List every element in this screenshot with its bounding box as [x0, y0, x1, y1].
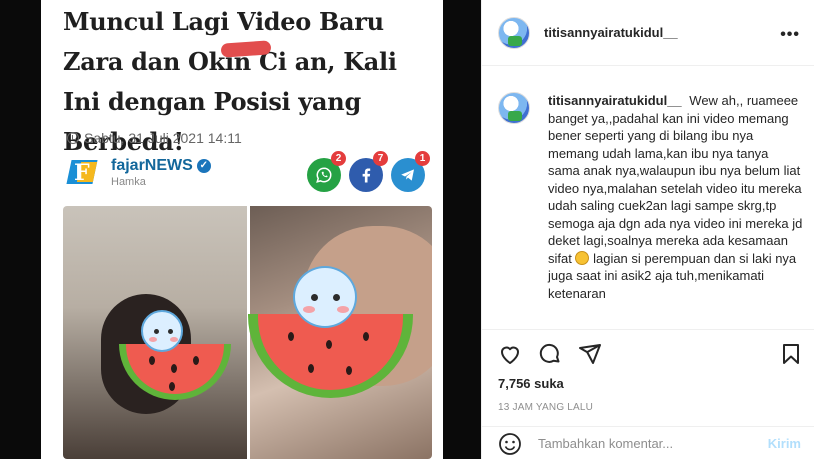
share-icon[interactable]: [578, 342, 602, 366]
telegram-share-button: 1: [391, 151, 430, 192]
brand-label: fajarNEWS: [111, 156, 193, 174]
brand-row: F fajarNEWS ✓ Hamka: [66, 156, 211, 188]
whatsapp-icon: [316, 167, 332, 183]
comment-username[interactable]: titisannyairatukidul__: [548, 93, 682, 108]
mascot-sticker-left: [141, 310, 183, 352]
brand-name: fajarNEWS ✓: [111, 157, 211, 175]
fajarnews-logo: F: [66, 156, 105, 188]
telegram-share-count: 1: [415, 151, 430, 166]
verified-icon: ✓: [196, 158, 211, 173]
bookmark-icon[interactable]: [779, 342, 803, 366]
article-photo: [63, 206, 432, 459]
caption-comment: titisannyairatukidul__ Wew ah,, ruameee …: [498, 92, 803, 302]
article-author: Hamka: [111, 175, 146, 188]
comment-text: titisannyairatukidul__ Wew ah,, ruameee …: [548, 92, 803, 302]
emoji-icon[interactable]: [498, 432, 522, 456]
post-side-panel: titisannyairatukidul__ ••• titisannyaira…: [481, 0, 814, 459]
whatsapp-share-button: 2: [307, 151, 346, 192]
facebook-icon: [362, 168, 371, 183]
article-date-row: Sabtu, 31 Juli 2021 14:11: [67, 130, 242, 146]
emoji-icon: [575, 250, 590, 265]
article-screenshot: Muncul Lagi Video Baru Zara dan Okin Ci …: [41, 0, 443, 459]
facebook-share-button: 7: [349, 151, 388, 192]
post-media[interactable]: Muncul Lagi Video Baru Zara dan Okin Ci …: [0, 0, 481, 459]
like-count[interactable]: 7,756 suka: [498, 376, 564, 391]
post-comment-button[interactable]: Kirim: [768, 436, 801, 451]
comment-body-part-1: Wew ah,, ruameee banget ya,,padahal kan …: [548, 93, 803, 266]
clock-icon: [67, 132, 79, 144]
action-icons-row: [498, 342, 602, 366]
facebook-share-count: 7: [373, 151, 388, 166]
comment-icon[interactable]: [538, 342, 562, 366]
post-timestamp[interactable]: 13 JAM YANG LALU: [498, 402, 593, 413]
telegram-icon: [401, 169, 414, 181]
whatsapp-share-count: 2: [331, 151, 346, 166]
post-header: titisannyairatukidul__ •••: [482, 0, 814, 66]
comment-avatar[interactable]: [498, 92, 530, 124]
post-username[interactable]: titisannyairatukidul__: [544, 25, 678, 40]
mascot-sticker-right: [293, 266, 357, 328]
add-comment-bar: Kirim: [482, 426, 814, 459]
heart-icon[interactable]: [498, 342, 522, 366]
more-icon[interactable]: •••: [780, 26, 800, 44]
post-actions-area: 7,756 suka 13 JAM YANG LALU Kirim: [482, 329, 814, 459]
comment-input[interactable]: [538, 436, 748, 451]
article-date: Sabtu, 31 Juli 2021 14:11: [84, 130, 242, 146]
avatar[interactable]: [498, 16, 530, 49]
watermelon-sticker-left: [119, 344, 231, 400]
